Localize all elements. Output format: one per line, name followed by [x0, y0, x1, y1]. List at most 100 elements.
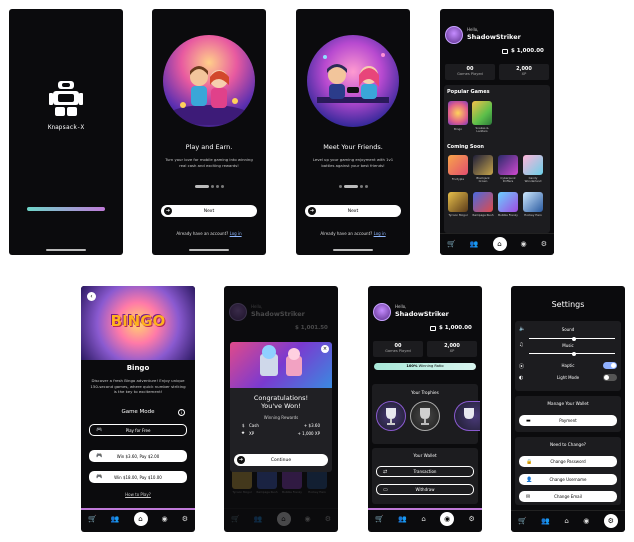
next-label: Next [347, 208, 359, 214]
avatar[interactable] [373, 303, 391, 321]
cart-icon[interactable]: 🛒 [375, 515, 384, 523]
xp-stat: 2,000 XP [427, 341, 477, 357]
change-title: Need to Change? [549, 442, 587, 447]
light-mode-toggle[interactable] [603, 374, 617, 381]
swap-icon: ⇄ [383, 468, 388, 475]
back-button[interactable]: ‹ [87, 292, 96, 301]
game-tile-snakes-ladders[interactable] [472, 101, 492, 125]
win-modal-screen: Hello, ShadowStriker $ 1,001.50 Tycoon M… [224, 286, 338, 532]
next-button[interactable]: ➜ Next [305, 205, 401, 217]
change-email-button[interactable]: ✉ Change Email [519, 491, 617, 502]
settings-icon[interactable]: ⚙ [182, 515, 188, 523]
loading-progress-bar [27, 207, 105, 211]
paid-entry-1-button[interactable]: 🎮 Win $3.60, Pay $2.00 [89, 450, 187, 462]
brand-name: Knapsack-X [47, 124, 85, 131]
music-slider[interactable] [529, 351, 615, 356]
game-tile-blackjack[interactable] [473, 155, 493, 175]
friends-icon[interactable]: 👥 [398, 515, 407, 523]
page-indicator [296, 185, 410, 188]
game-tile-bingo[interactable] [448, 101, 468, 125]
friends-icon[interactable]: 👥 [470, 240, 479, 248]
close-icon[interactable]: × [321, 345, 329, 353]
onboarding-play-earn: Play and Earn. Turn your love for mobile… [152, 9, 266, 255]
cart-icon[interactable]: 🛒 [447, 240, 456, 248]
game-tile-rampage [257, 469, 277, 489]
cash-icon: $ [242, 423, 245, 428]
home-indicator [189, 249, 229, 251]
home-indicator [333, 249, 373, 251]
next-button[interactable]: ➜ Next [161, 205, 257, 217]
login-prompt-text: Already have an account? [176, 231, 229, 236]
game-tile-tycoon [232, 469, 252, 489]
username: ShadowStriker [395, 310, 449, 318]
game-tile-fruityple[interactable] [448, 155, 468, 175]
change-username-button[interactable]: 👤 Change Username [519, 474, 617, 485]
games-played-label: Games Played [457, 72, 483, 76]
onboard-title: Meet Your Friends. [323, 143, 383, 151]
change-password-button[interactable]: 🔒 Change Password [519, 456, 617, 467]
trophies-title: Your Trophies [411, 390, 439, 395]
music-slider-knob[interactable] [571, 351, 576, 356]
paid-entry-2-button[interactable]: 🎮 Win $18.00, Pay $10.00 [89, 471, 187, 483]
game-label-candy: Candy Wonderland [524, 176, 542, 184]
friends-icon[interactable]: 👥 [111, 515, 120, 523]
game-tile-hockey[interactable] [523, 192, 543, 212]
haptic-toggle[interactable] [603, 362, 617, 369]
profile-icon[interactable]: ◉ [440, 512, 455, 526]
profile-icon[interactable]: ◉ [521, 240, 527, 248]
home-icon[interactable]: ⌂ [564, 517, 568, 525]
balance: $ 1,000.00 [439, 325, 472, 331]
how-to-play-link[interactable]: How to Play? [81, 492, 195, 497]
sound-slider[interactable] [529, 336, 615, 341]
bottom-nav: 🛒 👥 ⌂ ◉ ⚙ [224, 508, 338, 528]
game-tile-bubble[interactable] [498, 192, 518, 212]
home-icon[interactable]: ⌂ [492, 236, 507, 251]
friends-icon: 👥 [253, 514, 263, 523]
game-tile-rampage[interactable] [473, 192, 493, 212]
win-title-1: Congratulations! [253, 394, 309, 402]
xp-stat: 2,000 XP [499, 64, 549, 80]
bottom-nav: 🛒 👥 ⌂ ◉ ⚙ [511, 510, 625, 530]
settings-icon[interactable]: ⚙ [603, 513, 618, 528]
sound-slider-knob[interactable] [571, 336, 576, 341]
avatar[interactable] [445, 26, 463, 44]
wallet-icon [430, 326, 436, 331]
login-link[interactable]: Log in [230, 231, 242, 236]
cart-icon: 🛒 [231, 514, 240, 523]
withdraw-button[interactable]: ▭ Withdraw [376, 484, 474, 495]
login-link[interactable]: Log in [374, 231, 386, 236]
balance: $ 1,001.50 [295, 325, 328, 331]
profile-icon[interactable]: ◉ [162, 515, 168, 523]
game-label-rampage: Rampage Rush [256, 490, 278, 494]
game-tile-cyberpunk[interactable] [498, 155, 518, 175]
page-indicator [152, 185, 266, 188]
games-played-label: Games Played [385, 349, 411, 353]
game-label-fruityple: Fruityple [451, 177, 465, 181]
home-icon[interactable]: ⌂ [133, 512, 148, 526]
continue-label: Continue [270, 457, 292, 463]
game-label-blackjack: Blackjack Crown [476, 176, 490, 184]
win-ratio-value: 100% [406, 364, 418, 368]
profile-icon[interactable]: ◉ [583, 517, 589, 525]
cart-icon[interactable]: 🛒 [88, 515, 97, 523]
continue-button[interactable]: ➜ Continue [234, 454, 328, 466]
onboarding-meet-friends: Meet Your Friends. Level up your gaming … [296, 9, 410, 255]
greeting: Hello, [467, 27, 479, 32]
settings-icon[interactable]: ⚙ [541, 240, 547, 248]
paid-entry-2-label: Win $18.00, Pay $10.00 [114, 474, 162, 480]
change-password-label: Change Password [550, 459, 586, 464]
payment-button[interactable]: ▬ Payment [519, 415, 617, 426]
info-icon[interactable]: i [178, 409, 185, 416]
transaction-button[interactable]: ⇄ Transaction [376, 466, 474, 477]
play-free-button[interactable]: 🎮 Play for Free [89, 424, 187, 436]
bingo-logo-text: BINGO [110, 312, 166, 330]
home-icon[interactable]: ⌂ [421, 515, 425, 523]
settings-icon[interactable]: ⚙ [469, 515, 475, 523]
friends-icon[interactable]: 👥 [541, 517, 550, 525]
rewards-title: Winning Rewards [263, 415, 299, 420]
cart-icon[interactable]: 🛒 [518, 517, 527, 525]
change-email-label: Change Email [554, 494, 582, 499]
game-tile-tycoon[interactable] [448, 192, 468, 212]
game-tile-candy[interactable] [523, 155, 543, 175]
game-label-bubble: Bubble Frenzy [282, 490, 302, 494]
